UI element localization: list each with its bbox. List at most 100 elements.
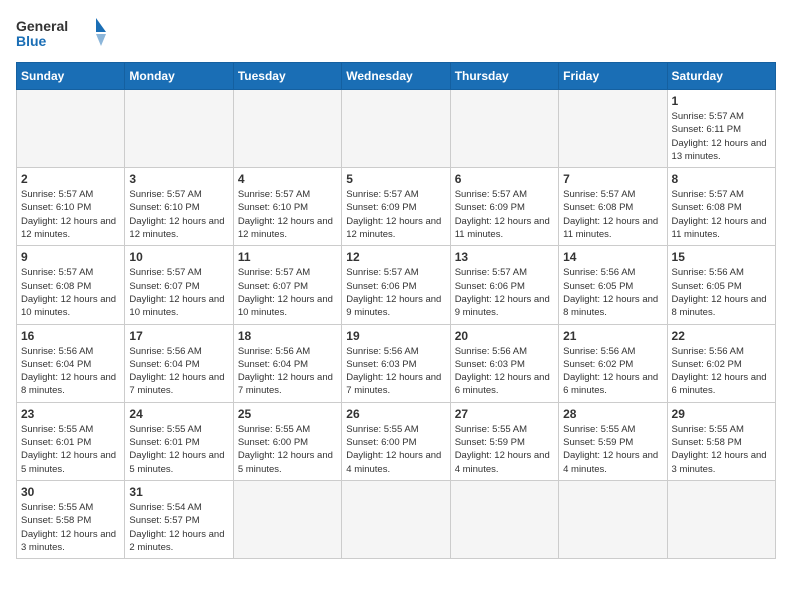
day-number: 2 [21, 172, 120, 186]
day-number: 28 [563, 407, 662, 421]
day-of-week-header: Monday [125, 63, 233, 90]
calendar-week-row: 9 Sunrise: 5:57 AM Sunset: 6:08 PM Daylig… [17, 246, 776, 324]
calendar-week-row: 16 Sunrise: 5:56 AM Sunset: 6:04 PM Dayli… [17, 324, 776, 402]
day-info: Sunrise: 5:56 AM Sunset: 6:03 PM Dayligh… [346, 345, 445, 398]
day-number: 1 [672, 94, 771, 108]
day-number: 21 [563, 329, 662, 343]
calendar-cell: 28 Sunrise: 5:55 AM Sunset: 5:59 PM Dayli… [559, 402, 667, 480]
day-number: 16 [21, 329, 120, 343]
day-info: Sunrise: 5:57 AM Sunset: 6:07 PM Dayligh… [129, 266, 228, 319]
calendar-cell: 22 Sunrise: 5:56 AM Sunset: 6:02 PM Dayli… [667, 324, 775, 402]
day-of-week-header: Friday [559, 63, 667, 90]
day-of-week-header: Saturday [667, 63, 775, 90]
calendar-cell: 13 Sunrise: 5:57 AM Sunset: 6:06 PM Dayli… [450, 246, 558, 324]
day-number: 29 [672, 407, 771, 421]
day-info: Sunrise: 5:54 AM Sunset: 5:57 PM Dayligh… [129, 501, 228, 554]
day-info: Sunrise: 5:55 AM Sunset: 5:59 PM Dayligh… [455, 423, 554, 476]
calendar-cell: 3 Sunrise: 5:57 AM Sunset: 6:10 PM Daylig… [125, 168, 233, 246]
day-info: Sunrise: 5:56 AM Sunset: 6:02 PM Dayligh… [563, 345, 662, 398]
day-number: 31 [129, 485, 228, 499]
calendar-cell: 21 Sunrise: 5:56 AM Sunset: 6:02 PM Dayli… [559, 324, 667, 402]
day-info: Sunrise: 5:57 AM Sunset: 6:10 PM Dayligh… [238, 188, 337, 241]
day-info: Sunrise: 5:57 AM Sunset: 6:08 PM Dayligh… [21, 266, 120, 319]
svg-text:Blue: Blue [16, 33, 47, 49]
calendar-cell: 23 Sunrise: 5:55 AM Sunset: 6:01 PM Dayli… [17, 402, 125, 480]
day-info: Sunrise: 5:55 AM Sunset: 6:00 PM Dayligh… [238, 423, 337, 476]
calendar-cell [17, 90, 125, 168]
calendar-week-row: 1 Sunrise: 5:57 AM Sunset: 6:11 PM Daylig… [17, 90, 776, 168]
calendar-cell: 20 Sunrise: 5:56 AM Sunset: 6:03 PM Dayli… [450, 324, 558, 402]
day-info: Sunrise: 5:56 AM Sunset: 6:05 PM Dayligh… [563, 266, 662, 319]
day-info: Sunrise: 5:57 AM Sunset: 6:10 PM Dayligh… [129, 188, 228, 241]
day-info: Sunrise: 5:55 AM Sunset: 6:01 PM Dayligh… [129, 423, 228, 476]
day-info: Sunrise: 5:57 AM Sunset: 6:09 PM Dayligh… [346, 188, 445, 241]
calendar-cell: 9 Sunrise: 5:57 AM Sunset: 6:08 PM Daylig… [17, 246, 125, 324]
page-header: General Blue [16, 16, 776, 52]
calendar-cell [667, 480, 775, 558]
logo-svg: General Blue [16, 16, 106, 52]
day-number: 3 [129, 172, 228, 186]
calendar-cell [559, 480, 667, 558]
calendar-cell: 15Sunrise: 5:56 AM Sunset: 6:05 PM Dayli… [667, 246, 775, 324]
calendar-cell: 26Sunrise: 5:55 AM Sunset: 6:00 PM Dayli… [342, 402, 450, 480]
calendar-cell [450, 90, 558, 168]
day-number: 8 [672, 172, 771, 186]
day-number: 13 [455, 250, 554, 264]
day-number: 30 [21, 485, 120, 499]
calendar-week-row: 2 Sunrise: 5:57 AM Sunset: 6:10 PM Daylig… [17, 168, 776, 246]
calendar-cell [342, 90, 450, 168]
svg-text:General: General [16, 18, 68, 34]
calendar-header: SundayMondayTuesdayWednesdayThursdayFrid… [17, 63, 776, 90]
day-number: 26 [346, 407, 445, 421]
calendar-cell: 17Sunrise: 5:56 AM Sunset: 6:04 PM Dayli… [125, 324, 233, 402]
day-info: Sunrise: 5:56 AM Sunset: 6:05 PM Dayligh… [672, 266, 771, 319]
calendar-cell: 2Sunrise: 5:57 AM Sunset: 6:10 PM Daylig… [17, 168, 125, 246]
day-info: Sunrise: 5:57 AM Sunset: 6:06 PM Dayligh… [455, 266, 554, 319]
day-number: 25 [238, 407, 337, 421]
day-number: 18 [238, 329, 337, 343]
day-info: Sunrise: 5:56 AM Sunset: 6:02 PM Dayligh… [672, 345, 771, 398]
day-info: Sunrise: 5:57 AM Sunset: 6:11 PM Dayligh… [672, 110, 771, 163]
day-number: 24 [129, 407, 228, 421]
day-number: 22 [672, 329, 771, 343]
day-number: 12 [346, 250, 445, 264]
day-number: 9 [21, 250, 120, 264]
calendar-cell [125, 90, 233, 168]
calendar-cell: 14Sunrise: 5:56 AM Sunset: 6:05 PM Dayli… [559, 246, 667, 324]
calendar-cell [233, 90, 341, 168]
day-number: 10 [129, 250, 228, 264]
calendar-week-row: 23 Sunrise: 5:55 AM Sunset: 6:01 PM Dayli… [17, 402, 776, 480]
day-number: 23 [21, 407, 120, 421]
calendar-cell: 10 Sunrise: 5:57 AM Sunset: 6:07 PM Dayli… [125, 246, 233, 324]
day-info: Sunrise: 5:56 AM Sunset: 6:04 PM Dayligh… [129, 345, 228, 398]
calendar-cell: 19Sunrise: 5:56 AM Sunset: 6:03 PM Dayli… [342, 324, 450, 402]
day-info: Sunrise: 5:55 AM Sunset: 6:01 PM Dayligh… [21, 423, 120, 476]
header-row: SundayMondayTuesdayWednesdayThursdayFrid… [17, 63, 776, 90]
calendar-cell: 5 Sunrise: 5:57 AM Sunset: 6:09 PM Daylig… [342, 168, 450, 246]
calendar-cell: 30Sunrise: 5:55 AM Sunset: 5:58 PM Dayli… [17, 480, 125, 558]
calendar-cell: 8Sunrise: 5:57 AM Sunset: 6:08 PM Daylig… [667, 168, 775, 246]
day-number: 6 [455, 172, 554, 186]
day-info: Sunrise: 5:57 AM Sunset: 6:08 PM Dayligh… [563, 188, 662, 241]
day-of-week-header: Tuesday [233, 63, 341, 90]
calendar-cell [450, 480, 558, 558]
day-of-week-header: Wednesday [342, 63, 450, 90]
day-number: 20 [455, 329, 554, 343]
calendar-body: 1 Sunrise: 5:57 AM Sunset: 6:11 PM Daylig… [17, 90, 776, 559]
day-number: 5 [346, 172, 445, 186]
day-number: 4 [238, 172, 337, 186]
calendar-cell: 27 Sunrise: 5:55 AM Sunset: 5:59 PM Dayli… [450, 402, 558, 480]
day-number: 11 [238, 250, 337, 264]
day-info: Sunrise: 5:55 AM Sunset: 5:59 PM Dayligh… [563, 423, 662, 476]
calendar-cell: 24 Sunrise: 5:55 AM Sunset: 6:01 PM Dayli… [125, 402, 233, 480]
day-number: 27 [455, 407, 554, 421]
calendar-week-row: 30Sunrise: 5:55 AM Sunset: 5:58 PM Dayli… [17, 480, 776, 558]
calendar-cell: 1 Sunrise: 5:57 AM Sunset: 6:11 PM Daylig… [667, 90, 775, 168]
calendar-cell [233, 480, 341, 558]
calendar-cell [342, 480, 450, 558]
calendar-cell: 7Sunrise: 5:57 AM Sunset: 6:08 PM Daylig… [559, 168, 667, 246]
calendar-cell [559, 90, 667, 168]
day-info: Sunrise: 5:56 AM Sunset: 6:03 PM Dayligh… [455, 345, 554, 398]
day-info: Sunrise: 5:56 AM Sunset: 6:04 PM Dayligh… [21, 345, 120, 398]
calendar-table: SundayMondayTuesdayWednesdayThursdayFrid… [16, 62, 776, 559]
